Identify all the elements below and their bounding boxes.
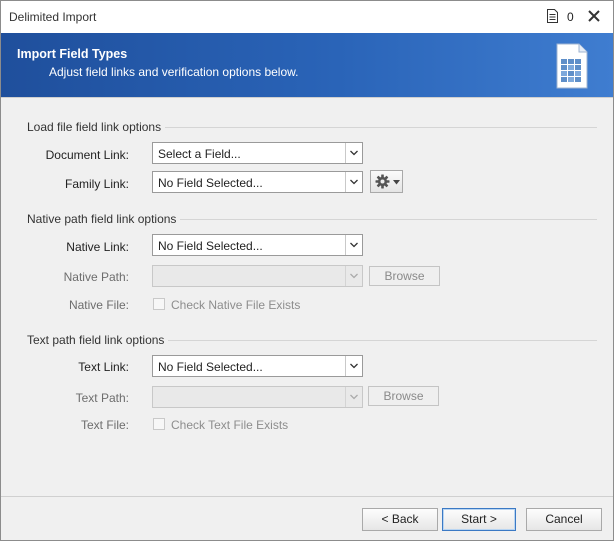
native-file-checkbox[interactable] <box>153 298 165 310</box>
family-link-dropdown[interactable]: No Field Selected... <box>152 171 363 193</box>
header-banner: Import Field Types Adjust field links an… <box>1 33 613 97</box>
text-file-checkbox[interactable] <box>153 418 165 430</box>
cancel-button[interactable]: Cancel <box>526 508 602 531</box>
dropdown-button[interactable] <box>345 356 362 376</box>
start-button[interactable]: Start > <box>442 508 516 531</box>
document-icon[interactable] <box>547 9 558 23</box>
text-link-value: No Field Selected... <box>158 360 263 374</box>
dropdown-button[interactable] <box>345 387 362 407</box>
native-path-group-label: Native path field link options <box>27 212 181 226</box>
text-file-label: Text File: <box>80 418 129 432</box>
load-file-group: Load file field link options <box>27 120 597 134</box>
banner-divider <box>1 97 613 98</box>
document-count: 0 <box>567 10 574 24</box>
family-link-value: No Field Selected... <box>158 176 263 190</box>
back-button[interactable]: < Back <box>362 508 438 531</box>
window-title: Delimited Import <box>9 10 97 24</box>
text-path-group-label: Text path field link options <box>27 333 169 347</box>
caret-down-icon <box>393 180 400 185</box>
text-link-dropdown[interactable]: No Field Selected... <box>152 355 363 377</box>
chevron-down-icon <box>350 273 358 279</box>
document-link-value: Select a Field... <box>158 147 241 161</box>
dropdown-button[interactable] <box>345 143 362 163</box>
document-link-dropdown[interactable]: Select a Field... <box>152 142 363 164</box>
native-path-dropdown[interactable] <box>152 265 363 287</box>
text-path-group: Text path field link options <box>27 333 597 347</box>
load-file-group-label: Load file field link options <box>27 120 166 134</box>
native-file-label: Native File: <box>68 298 129 312</box>
chevron-down-icon <box>350 394 358 400</box>
gear-icon <box>375 174 390 189</box>
document-link-label: Document Link: <box>45 148 129 162</box>
dropdown-button[interactable] <box>345 235 362 255</box>
close-icon[interactable] <box>587 9 601 23</box>
title-bar: Delimited Import 0 <box>1 1 613 33</box>
native-browse-button[interactable]: Browse <box>369 266 440 286</box>
dialog-window: Delimited Import 0 Import Field Types Ad… <box>0 0 614 541</box>
banner-subtitle: Adjust field links and verification opti… <box>49 65 299 79</box>
native-file-checkbox-label[interactable]: Check Native File Exists <box>171 298 300 312</box>
dropdown-button[interactable] <box>345 172 362 192</box>
chevron-down-icon <box>350 242 358 248</box>
text-link-label: Text Link: <box>78 360 129 374</box>
text-path-label: Text Path: <box>75 391 129 405</box>
text-path-dropdown[interactable] <box>152 386 363 408</box>
native-path-label: Native Path: <box>63 270 129 284</box>
native-link-value: No Field Selected... <box>158 239 263 253</box>
banner-title: Import Field Types <box>17 47 128 61</box>
family-link-settings-button[interactable] <box>370 170 403 193</box>
footer-divider <box>1 496 613 497</box>
native-link-label: Native Link: <box>66 240 129 254</box>
chevron-down-icon <box>350 150 358 156</box>
chevron-down-icon <box>350 363 358 369</box>
native-path-group: Native path field link options <box>27 212 597 226</box>
native-link-dropdown[interactable]: No Field Selected... <box>152 234 363 256</box>
text-browse-button[interactable]: Browse <box>368 386 439 406</box>
dropdown-button[interactable] <box>345 266 362 286</box>
text-file-checkbox-label[interactable]: Check Text File Exists <box>171 418 288 432</box>
family-link-label: Family Link: <box>64 177 129 191</box>
chevron-down-icon <box>350 179 358 185</box>
table-grid-icon <box>556 43 588 89</box>
